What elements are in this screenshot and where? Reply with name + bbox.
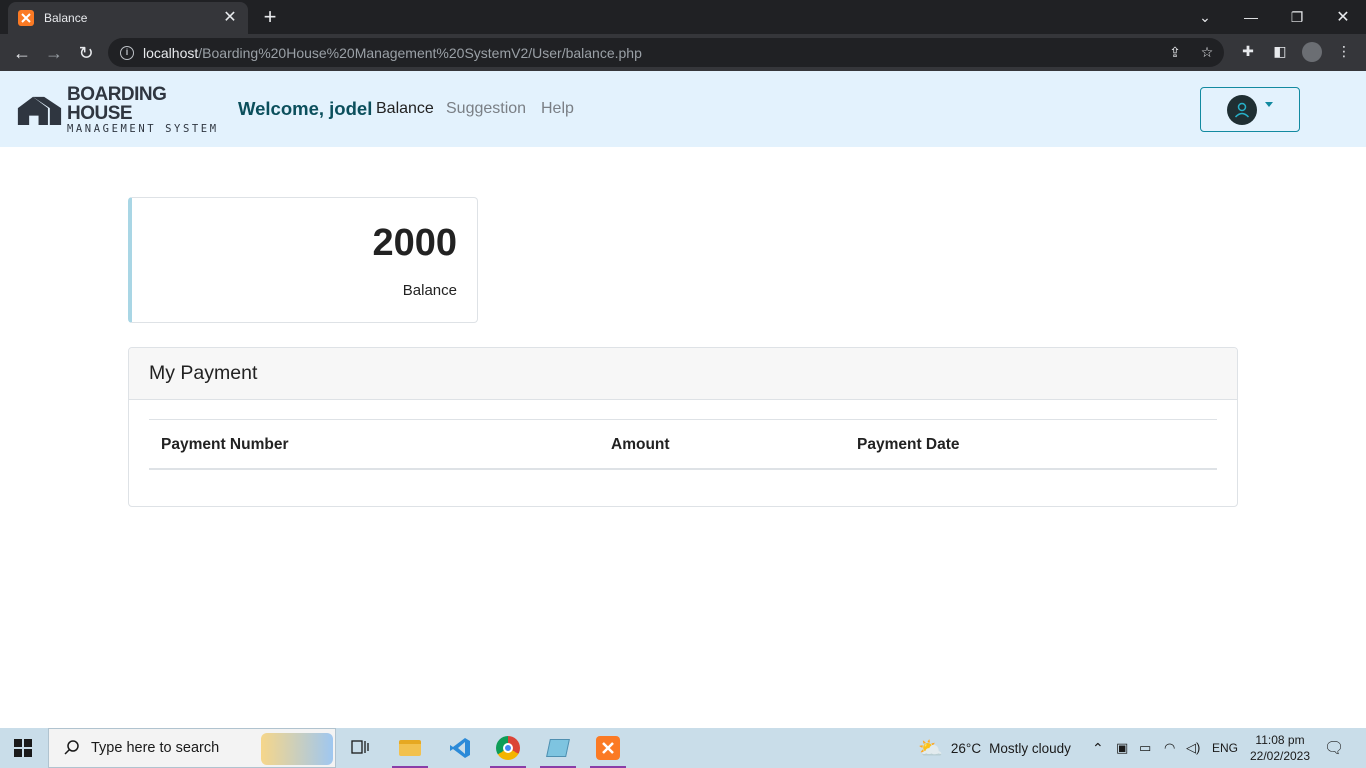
xampp-favicon-icon bbox=[18, 10, 34, 26]
close-window-button[interactable]: ✕ bbox=[1320, 0, 1366, 34]
logo-subtitle: MANAGEMENT SYSTEM bbox=[66, 123, 219, 136]
search-icon bbox=[64, 740, 79, 755]
weather-cloudy-icon: ⛅ bbox=[918, 737, 943, 760]
card-title: My Payment bbox=[149, 362, 258, 384]
clock-time: 11:08 pm bbox=[1255, 733, 1305, 747]
balance-label: Balance bbox=[402, 282, 457, 299]
user-menu-button[interactable] bbox=[1200, 87, 1300, 132]
xampp-icon[interactable] bbox=[584, 728, 632, 768]
back-button[interactable]: ← bbox=[8, 39, 36, 67]
side-panel-icon[interactable]: ◧ bbox=[1271, 43, 1289, 61]
nav-link-help[interactable]: Help bbox=[541, 100, 574, 118]
reload-button[interactable]: ↻ bbox=[72, 39, 100, 67]
column-header-payment-number[interactable]: Payment Number bbox=[161, 436, 288, 454]
house-logo-icon bbox=[17, 96, 62, 126]
battery-icon[interactable]: ▭ bbox=[1139, 728, 1151, 768]
nav-link-suggestion[interactable]: Suggestion bbox=[446, 100, 526, 118]
search-placeholder: Type here to search bbox=[91, 740, 220, 756]
balance-card: 2000 Balance bbox=[128, 197, 478, 323]
show-hidden-icons-icon[interactable]: ⌃ bbox=[1092, 728, 1104, 768]
task-view-icon[interactable] bbox=[336, 728, 384, 768]
vscode-icon[interactable] bbox=[436, 728, 484, 768]
balance-value: 2000 bbox=[372, 222, 457, 264]
address-bar[interactable]: i localhost/Boarding%20House%20Managemen… bbox=[108, 38, 1224, 67]
clock-date: 22/02/2023 bbox=[1249, 749, 1311, 763]
chevron-down-icon bbox=[1265, 102, 1273, 107]
volume-icon[interactable]: ◁) bbox=[1186, 728, 1200, 768]
windows-taskbar: Type here to search ⛅ 26°C Mostly cloudy… bbox=[0, 728, 1366, 768]
logo-title: BOARDING HOUSE bbox=[66, 84, 167, 125]
notifications-icon[interactable]: 🗨 bbox=[1324, 728, 1344, 768]
site-info-icon[interactable]: i bbox=[120, 45, 134, 60]
share-icon[interactable]: ⇪ bbox=[1166, 44, 1184, 62]
payments-table: Payment Number Amount Payment Date bbox=[149, 419, 1217, 470]
url-host: localhost bbox=[143, 44, 199, 61]
nav-link-balance[interactable]: Balance bbox=[376, 100, 434, 118]
weather-temp: 26°C bbox=[950, 740, 982, 756]
weather-text: Mostly cloudy bbox=[989, 740, 1071, 756]
user-avatar-icon bbox=[1227, 94, 1257, 125]
notepad-app-icon[interactable] bbox=[534, 728, 582, 768]
taskbar-clock[interactable]: 11:08 pm 22/02/2023 bbox=[1248, 732, 1312, 764]
restore-button[interactable]: ❐ bbox=[1274, 0, 1320, 34]
app-navbar: BOARDING HOUSE MANAGEMENT SYSTEM Welcome… bbox=[0, 71, 1366, 147]
browser-tab-bar: Balance ✕ + ⌄ — ❐ ✕ bbox=[0, 0, 1366, 34]
weather-widget[interactable]: ⛅ 26°C Mostly cloudy bbox=[918, 728, 1071, 768]
taskbar-search[interactable]: Type here to search bbox=[48, 728, 336, 768]
search-highlight-icon bbox=[261, 733, 333, 765]
close-tab-icon[interactable]: ✕ bbox=[222, 10, 238, 26]
boarding-house-logo[interactable]: BOARDING HOUSE MANAGEMENT SYSTEM bbox=[16, 85, 226, 134]
new-tab-button[interactable]: + bbox=[258, 6, 282, 30]
file-explorer-icon[interactable] bbox=[386, 728, 434, 768]
welcome-text: Welcome, jodel bbox=[238, 98, 373, 119]
chrome-icon[interactable] bbox=[484, 728, 532, 768]
column-header-amount[interactable]: Amount bbox=[611, 436, 670, 454]
browser-menu-icon[interactable]: ⋮ bbox=[1335, 43, 1353, 61]
card-header: My Payment bbox=[129, 348, 1237, 400]
my-payment-card: My Payment Payment Number Amount Payment… bbox=[128, 347, 1238, 507]
column-header-payment-date[interactable]: Payment Date bbox=[857, 436, 960, 454]
minimize-button[interactable]: — bbox=[1228, 0, 1274, 34]
language-indicator[interactable]: ENG bbox=[1212, 728, 1238, 768]
profile-avatar[interactable] bbox=[1302, 42, 1322, 62]
bookmark-star-icon[interactable]: ☆ bbox=[1198, 44, 1216, 62]
meet-now-icon[interactable]: ▣ bbox=[1116, 728, 1128, 768]
wifi-icon[interactable]: ◠ bbox=[1164, 728, 1175, 768]
browser-toolbar: ← → ↻ i localhost/Boarding%20House%20Man… bbox=[0, 34, 1366, 71]
forward-button[interactable]: → bbox=[40, 39, 68, 67]
tab-search-chevron-icon[interactable]: ⌄ bbox=[1182, 0, 1228, 34]
tab-title: Balance bbox=[44, 11, 88, 25]
windows-start-icon[interactable] bbox=[14, 739, 32, 757]
browser-tab[interactable]: Balance ✕ bbox=[8, 2, 248, 34]
extensions-icon[interactable]: ✚ bbox=[1239, 43, 1257, 61]
url-path: /Boarding%20House%20Management%20SystemV… bbox=[198, 44, 642, 61]
